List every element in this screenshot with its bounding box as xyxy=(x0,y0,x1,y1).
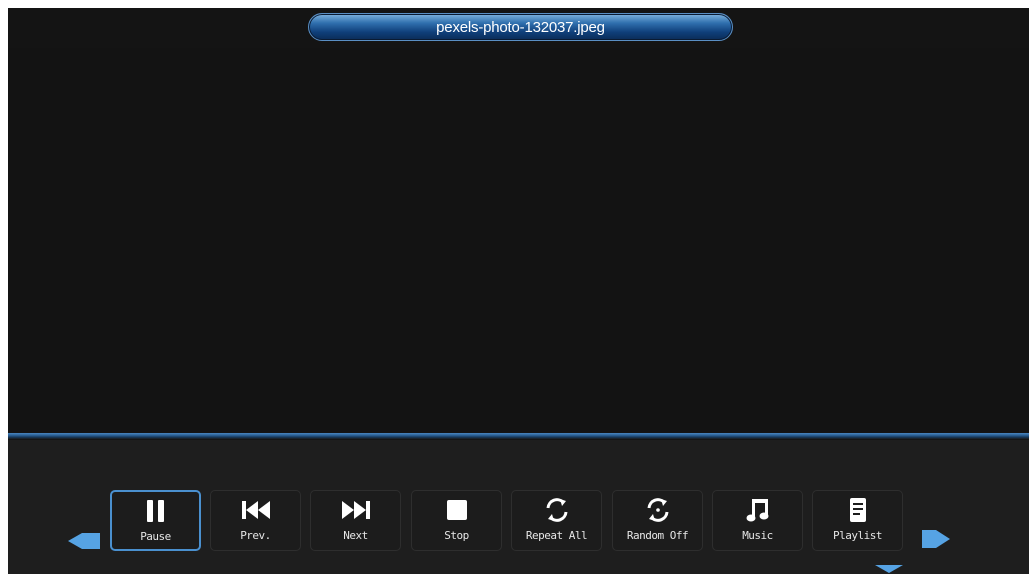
music-label: Music xyxy=(742,529,773,542)
next-icon xyxy=(341,501,370,519)
stop-button[interactable]: Stop xyxy=(411,490,502,551)
pause-label: Pause xyxy=(140,530,171,543)
playlist-icon xyxy=(849,498,866,522)
pause-icon xyxy=(146,500,164,522)
arrow-left-icon[interactable] xyxy=(66,530,102,552)
pause-button[interactable]: Pause xyxy=(110,490,201,551)
divider-line xyxy=(8,433,1029,439)
arrow-right-icon[interactable] xyxy=(920,527,952,551)
playlist-button[interactable]: Playlist xyxy=(812,490,903,551)
music-note-icon xyxy=(746,499,768,522)
random-label: Random Off xyxy=(626,529,689,542)
next-label: Next xyxy=(343,529,368,542)
arrow-down-icon[interactable] xyxy=(874,564,904,574)
repeat-label: Repeat All xyxy=(525,529,588,542)
random-icon xyxy=(647,498,668,522)
stop-icon xyxy=(446,500,467,520)
repeat-icon xyxy=(546,498,567,522)
next-button[interactable]: Next xyxy=(310,490,401,551)
random-button[interactable]: Random Off xyxy=(612,490,703,551)
stop-label: Stop xyxy=(444,529,469,542)
media-viewer-screen: pexels-photo-132037.jpeg Pause Prev. Nex… xyxy=(8,8,1029,574)
previous-icon xyxy=(241,501,270,519)
repeat-button[interactable]: Repeat All xyxy=(511,490,602,551)
music-button[interactable]: Music xyxy=(712,490,803,551)
previous-label: Prev. xyxy=(240,529,271,542)
file-name: pexels-photo-132037.jpeg xyxy=(436,19,605,36)
previous-button[interactable]: Prev. xyxy=(210,490,301,551)
image-viewport xyxy=(8,48,1029,432)
title-bar: pexels-photo-132037.jpeg xyxy=(308,13,733,41)
playlist-label: Playlist xyxy=(833,529,882,542)
